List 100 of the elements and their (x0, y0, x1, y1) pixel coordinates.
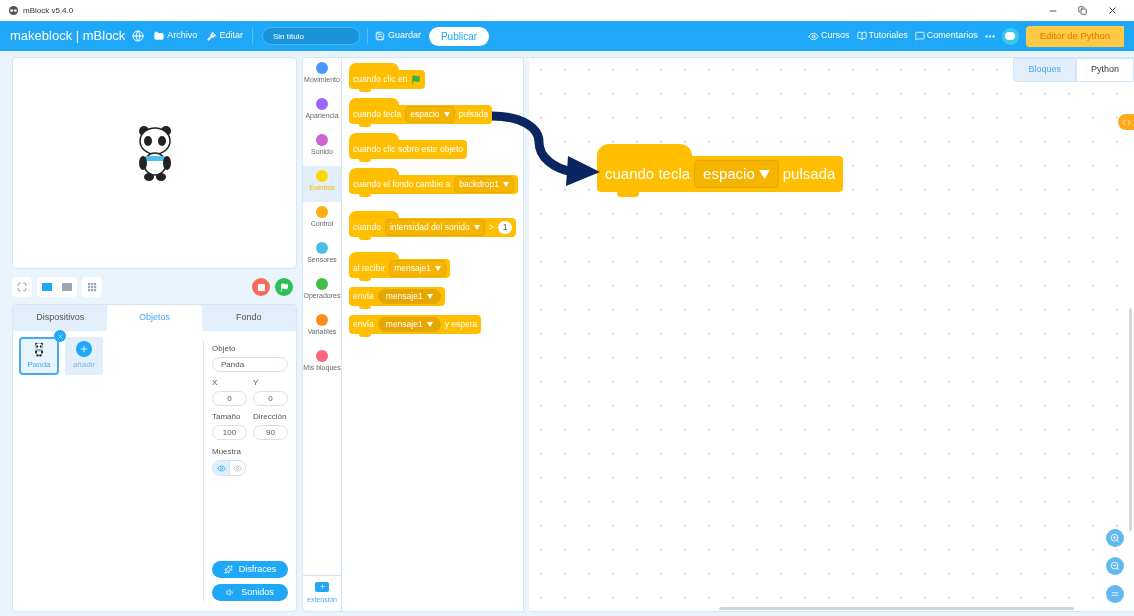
eye-icon (216, 463, 226, 473)
menu-item[interactable]: Archivo (154, 29, 198, 43)
code-tab[interactable]: Python (1075, 58, 1134, 82)
header-link[interactable]: Cursos (808, 29, 850, 43)
fullscreen-button[interactable] (12, 277, 32, 297)
restore-icon[interactable] (1078, 6, 1087, 15)
block-text: al recibir (353, 262, 386, 275)
event-hat-block[interactable]: al recibir mensaje1 (349, 259, 450, 278)
event-hat-block[interactable]: cuando clic sobre este objeto (349, 140, 468, 159)
fullscreen-icon (17, 282, 27, 292)
block-text: envía (353, 290, 374, 303)
sprite-name: Panda (27, 358, 51, 371)
block-text: pulsada (458, 108, 489, 121)
event-hat-block[interactable]: cuando tecla espacio pulsada (597, 156, 844, 192)
object-name-field[interactable]: Panda (212, 357, 288, 372)
field-label: X (212, 377, 219, 389)
block-dropdown[interactable]: espacio (694, 159, 779, 189)
close-icon[interactable] (1107, 5, 1118, 16)
number-input[interactable]: 1 (497, 221, 513, 234)
block-notch (359, 306, 371, 309)
zoom-out-icon (1110, 561, 1120, 571)
header-link[interactable]: Comentarios (914, 29, 978, 43)
block-notch (359, 194, 371, 197)
header-link[interactable]: Tutoriales (856, 29, 908, 43)
block-text: cuando tecla (353, 108, 402, 121)
hat-block-cap (349, 98, 399, 105)
code-tab[interactable]: Bloques (1013, 58, 1076, 82)
sparkle-icon (223, 565, 233, 574)
grid-icon (87, 282, 97, 292)
logo-text: makeblock | mBlock (10, 27, 126, 46)
save-icon (374, 31, 385, 41)
zoom-reset-button[interactable] (1106, 585, 1124, 603)
costumes-button[interactable]: Disfraces (212, 561, 288, 578)
flag-icon (279, 282, 289, 292)
event-hat-block[interactable]: cuando clic en (349, 70, 426, 89)
block-text: cuando el fondo cambie a (353, 178, 451, 191)
block-notch (359, 278, 371, 281)
event-hat-block[interactable]: cuando el fondo cambie a backdrop1 (349, 175, 519, 194)
block-text: cuando (353, 221, 381, 234)
caret-icon (426, 322, 433, 327)
event-stack-block[interactable]: envía mensaje1 (349, 287, 445, 306)
user-avatar[interactable] (1001, 27, 1019, 45)
python-editor-button[interactable]: Editor de Python (1025, 25, 1124, 47)
more-icon[interactable] (984, 34, 995, 38)
zoom-in-icon (1110, 533, 1120, 543)
stop-button[interactable] (252, 278, 270, 296)
panel-tab[interactable]: Objetos (107, 305, 202, 331)
language-icon[interactable] (132, 30, 145, 42)
event-stack-block[interactable]: envía mensaje1 y espera (349, 315, 482, 334)
comment-icon (914, 31, 925, 41)
block-text: y espera (444, 318, 478, 331)
close-icon (56, 332, 64, 340)
field-label: Y (253, 377, 260, 389)
hat-block-cap (349, 168, 399, 175)
caret-icon (503, 182, 510, 187)
eye-icon (808, 30, 819, 42)
block-text: pulsada (782, 163, 836, 184)
block-dropdown[interactable]: mensaje1 (389, 260, 446, 277)
save-button[interactable]: Guardar (374, 29, 421, 43)
hide-button[interactable] (229, 461, 245, 475)
code-icon (1121, 117, 1131, 127)
publish-button[interactable]: Publicar (428, 26, 490, 46)
show-button[interactable] (213, 461, 229, 475)
block-dropdown[interactable]: intensidad del sonido (384, 219, 485, 236)
block-dropdown[interactable]: backdrop1 (454, 176, 515, 193)
add-sprite-button[interactable]: añadir (65, 337, 103, 375)
field-label: Dirección (253, 411, 288, 423)
field-label: Tamaño (212, 411, 242, 423)
field-label: Muestra (212, 446, 242, 458)
speaker-icon (226, 588, 236, 597)
block-notch (617, 192, 639, 197)
block-notch (359, 237, 371, 240)
block-dropdown[interactable]: mensaje1 (377, 317, 441, 332)
zoom-out-button[interactable] (1106, 557, 1124, 575)
event-hat-block[interactable]: cuando intensidad del sonido > 1 (349, 218, 517, 237)
equal-icon (1110, 589, 1120, 599)
wrench-icon (207, 31, 217, 41)
block-dropdown[interactable]: espacio (405, 106, 455, 123)
plus-icon (318, 583, 326, 591)
block-text: cuando clic sobre este objeto (353, 143, 464, 156)
block-dropdown[interactable]: mensaje1 (377, 289, 441, 304)
panel-tab[interactable]: Dispositivos (13, 305, 108, 331)
hat-block-cap (349, 252, 399, 259)
go-button[interactable] (275, 278, 293, 296)
eye-icon (233, 463, 242, 473)
menu-item[interactable]: Editar (207, 29, 243, 43)
event-hat-block[interactable]: cuando tecla espacio pulsada (349, 105, 493, 124)
field-label: Objeto (212, 343, 237, 355)
caret-icon (426, 294, 433, 299)
code-toggle-button[interactable] (1118, 114, 1134, 130)
panel-tab[interactable]: Fondo (201, 305, 296, 331)
block-text: > (488, 221, 494, 234)
zoom-in-button[interactable] (1106, 529, 1124, 547)
caret-icon (758, 169, 770, 179)
sprite-card[interactable]: Panda (19, 337, 59, 375)
caret-icon (435, 266, 441, 271)
grid-button[interactable] (82, 277, 102, 297)
project-title-field[interactable]: Sin título (261, 27, 360, 45)
sounds-button[interactable]: Sonidos (212, 584, 288, 601)
app-icon (8, 5, 19, 16)
